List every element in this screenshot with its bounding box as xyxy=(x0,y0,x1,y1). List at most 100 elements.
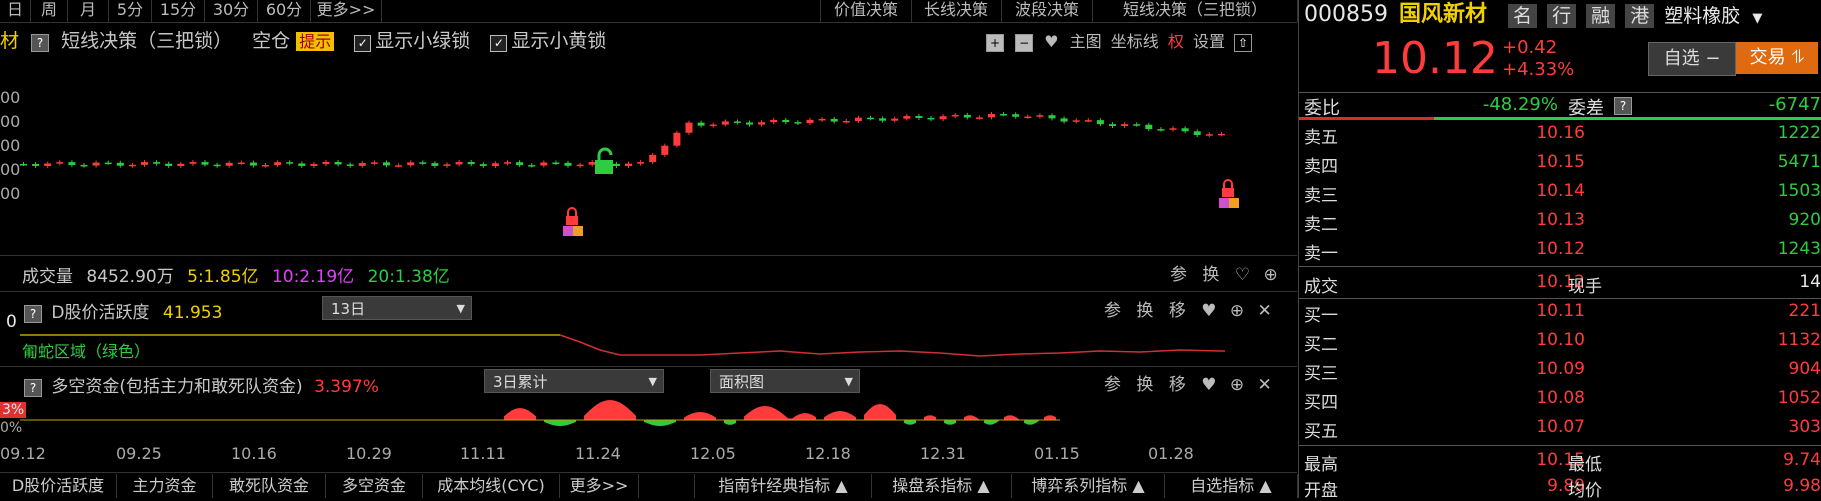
tag-industry[interactable]: 行 xyxy=(1547,4,1577,28)
tag-margin[interactable]: 融 xyxy=(1586,4,1616,28)
heart-icon[interactable]: ♥ xyxy=(1201,375,1216,395)
move-button[interactable]: 移 xyxy=(1169,375,1186,395)
tab-value[interactable]: 价值决策 xyxy=(820,0,912,22)
ask-price[interactable]: 10.15 xyxy=(1505,152,1585,172)
ask-label: 卖一 xyxy=(1304,244,1338,264)
tab-compass-classic[interactable]: 指南针经典指标 ▲ xyxy=(694,474,872,498)
tab-dare-funds[interactable]: 敢死队资金 xyxy=(213,474,326,498)
divider xyxy=(0,366,1297,367)
low-value: 9.74 xyxy=(1783,450,1821,470)
tab-d-activity[interactable]: D股价活跃度 xyxy=(0,474,117,498)
tab-more-indicators[interactable]: 更多>> xyxy=(560,474,639,498)
zoom-icon[interactable]: ⊕ xyxy=(1230,375,1244,395)
checkbox-icon[interactable]: ✓ xyxy=(354,35,372,52)
bid-price[interactable]: 10.11 xyxy=(1505,301,1585,321)
accumulation-dropdown[interactable]: 3日累计 ▼ xyxy=(484,369,664,393)
trade-button[interactable]: 交易 ⥮ xyxy=(1736,42,1818,74)
tab-day[interactable]: 日 xyxy=(0,0,31,22)
move-button[interactable]: 移 xyxy=(1169,301,1186,321)
bid-price[interactable]: 10.10 xyxy=(1505,330,1585,350)
swap-button[interactable]: 换 xyxy=(1136,375,1153,395)
ask-label: 卖四 xyxy=(1304,157,1338,177)
tab-swing[interactable]: 波段决策 xyxy=(1002,0,1093,22)
tab-month[interactable]: 月 xyxy=(68,0,109,22)
bid-volume: 904 xyxy=(1788,359,1821,379)
tab-custom[interactable]: 自选指标 ▲ xyxy=(1165,474,1298,498)
collapse-icon[interactable]: ⇧ xyxy=(1234,34,1253,52)
ask-price[interactable]: 10.12 xyxy=(1505,239,1585,259)
green-lock-label[interactable]: 显示小绿锁 xyxy=(375,30,470,52)
ref-button[interactable]: 参 xyxy=(1170,265,1187,285)
bid-price[interactable]: 10.09 xyxy=(1505,359,1585,379)
tab-long-short[interactable]: 多空资金 xyxy=(326,474,423,498)
tab-long[interactable]: 长线决策 xyxy=(911,0,1002,22)
ask-price[interactable]: 10.13 xyxy=(1505,210,1585,230)
chart-type-dropdown[interactable]: 面积图 ▼ xyxy=(710,369,860,393)
ask-price[interactable]: 10.16 xyxy=(1505,123,1585,143)
ratio-value: -48.29% xyxy=(1482,94,1558,115)
ref-button[interactable]: 参 xyxy=(1104,301,1121,321)
period-dropdown[interactable]: 13日 ▼ xyxy=(322,296,472,320)
tab-60min[interactable]: 60分 xyxy=(258,0,311,22)
date-tick: 11.11 xyxy=(460,444,506,463)
tab-short[interactable]: 短线决策（三把锁） xyxy=(1093,0,1298,22)
dropdown-arrow-icon: ▼ xyxy=(648,375,657,388)
checkbox-icon[interactable]: ✓ xyxy=(490,35,508,52)
close-icon[interactable]: ✕ xyxy=(1258,375,1272,395)
tag-name[interactable]: 名 xyxy=(1508,4,1538,28)
tab-operation[interactable]: 操盘系指标 ▲ xyxy=(871,474,1012,498)
tab-5min[interactable]: 5分 xyxy=(109,0,152,22)
tab-15min[interactable]: 15分 xyxy=(152,0,205,22)
help-icon[interactable]: ? xyxy=(24,379,42,397)
heart-icon[interactable]: ♥ xyxy=(1201,301,1216,321)
tab-more[interactable]: 更多>> xyxy=(311,0,382,22)
area-segment xyxy=(1024,420,1040,425)
heart-icon[interactable]: ♥ xyxy=(1044,32,1058,51)
date-tick: 10.16 xyxy=(231,444,277,463)
plus-icon[interactable]: + xyxy=(986,34,1004,52)
help-icon[interactable]: ? xyxy=(31,34,50,52)
ref-button[interactable]: 参 xyxy=(1104,375,1121,395)
tab-30min[interactable]: 30分 xyxy=(205,0,258,22)
position-status: 空仓 xyxy=(252,30,291,52)
settings-button[interactable]: 设置 xyxy=(1193,32,1225,51)
candlestick-chart[interactable] xyxy=(20,100,1297,255)
ask-volume: 1222 xyxy=(1777,123,1821,143)
help-icon[interactable]: ? xyxy=(1614,97,1632,115)
hint-badge[interactable]: 提示 xyxy=(296,32,335,51)
main-chart-button[interactable]: 主图 xyxy=(1070,32,1102,51)
high-label: 最高 xyxy=(1304,455,1338,475)
yellow-lock-label[interactable]: 显示小黄锁 xyxy=(511,30,606,52)
tab-game-series[interactable]: 博弈系列指标 ▲ xyxy=(1012,474,1165,498)
bid-price[interactable]: 10.08 xyxy=(1505,388,1585,408)
swap-button[interactable]: 换 xyxy=(1136,301,1153,321)
ask-price[interactable]: 10.14 xyxy=(1505,181,1585,201)
watchlist-button[interactable]: 自选 − xyxy=(1648,42,1736,76)
stock-tags: 名 行 融 港 塑料橡胶 ▼ xyxy=(1508,1,1762,28)
rights-button[interactable]: 权 xyxy=(1168,32,1184,51)
divider xyxy=(1299,92,1821,93)
dk-panel-value: 3.397% xyxy=(314,377,379,397)
axis-button[interactable]: 坐标线 xyxy=(1111,32,1159,51)
volume-value: 8452.90万 xyxy=(86,267,174,287)
tab-week[interactable]: 周 xyxy=(31,0,68,22)
heart-icon[interactable]: ♡ xyxy=(1235,265,1250,285)
minus-icon[interactable]: − xyxy=(1015,34,1034,52)
sector-dropdown-icon[interactable]: ▼ xyxy=(1752,11,1762,26)
d-activity-chart[interactable] xyxy=(20,320,1297,365)
tab-cyc[interactable]: 成本均线(CYC) xyxy=(423,474,560,498)
area-segment xyxy=(1004,415,1020,420)
tag-hk[interactable]: 港 xyxy=(1625,4,1655,28)
zoom-icon[interactable]: ⊕ xyxy=(1230,301,1244,321)
close-icon[interactable]: ✕ xyxy=(1258,301,1272,321)
sector-label[interactable]: 塑料橡胶 xyxy=(1664,5,1740,27)
date-tick: 01.28 xyxy=(1148,444,1194,463)
long-short-area-chart[interactable] xyxy=(20,398,1297,440)
tab-main-funds[interactable]: 主力资金 xyxy=(117,474,213,498)
zoom-icon[interactable]: ⊕ xyxy=(1263,265,1277,285)
ask-volume: 1243 xyxy=(1777,239,1821,259)
swap-button[interactable]: 换 xyxy=(1202,265,1219,285)
bid-price[interactable]: 10.07 xyxy=(1505,417,1585,437)
green-lock-icon xyxy=(595,147,613,174)
bid-volume: 1052 xyxy=(1777,388,1821,408)
